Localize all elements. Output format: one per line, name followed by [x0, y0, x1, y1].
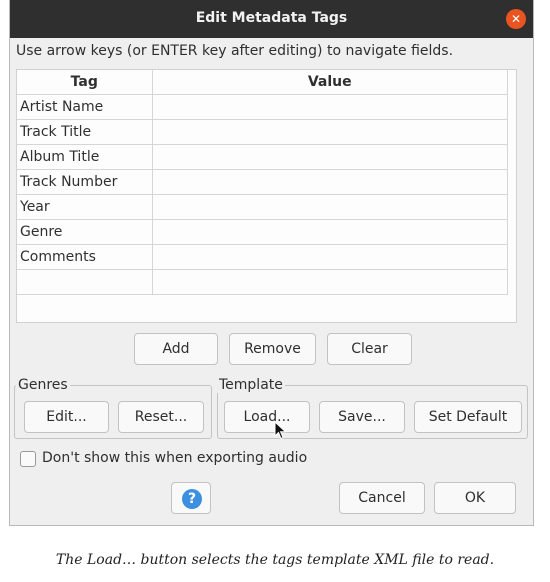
tag-cell[interactable]: Comments	[17, 244, 153, 270]
value-cell[interactable]	[151, 219, 508, 245]
table-row	[17, 269, 508, 295]
tag-cell[interactable]: Track Title	[17, 119, 153, 145]
value-cell[interactable]	[151, 244, 508, 270]
edit-metadata-dialog: Edit Metadata Tags ✕ Use arrow keys (or …	[9, 0, 534, 526]
help-icon: ?	[182, 489, 202, 509]
tag-cell[interactable]: Album Title	[17, 144, 153, 170]
tag-cell[interactable]: Genre	[17, 219, 153, 245]
dont-show-checkbox[interactable]	[20, 451, 36, 467]
tags-table: Tag Value Artist Name Track Title Album …	[17, 70, 508, 295]
value-cell[interactable]	[151, 119, 508, 145]
template-set-default-button[interactable]: Set Default	[414, 401, 522, 433]
table-row: Track Number	[17, 169, 508, 195]
tag-column-header[interactable]: Tag	[17, 70, 153, 95]
table-row: Track Title	[17, 119, 508, 145]
remove-button[interactable]: Remove	[229, 333, 316, 365]
cancel-button[interactable]: Cancel	[339, 482, 425, 514]
table-row: Genre	[17, 219, 508, 245]
value-cell[interactable]	[151, 144, 508, 170]
genres-group-label: Genres	[16, 377, 70, 393]
table-row: Album Title	[17, 144, 508, 170]
tags-grid[interactable]: Tag Value Artist Name Track Title Album …	[16, 69, 517, 323]
value-column-header[interactable]: Value	[152, 70, 508, 95]
table-row: Year	[17, 194, 508, 220]
value-cell[interactable]	[151, 169, 508, 195]
template-group-label: Template	[217, 377, 285, 393]
close-icon[interactable]: ✕	[506, 9, 526, 29]
figure-caption: The Load… button selects the tags templa…	[55, 552, 495, 568]
dialog-title: Edit Metadata Tags	[195, 10, 348, 26]
value-cell[interactable]	[151, 269, 508, 295]
add-button[interactable]: Add	[134, 333, 218, 365]
genres-edit-button[interactable]: Edit...	[24, 401, 109, 433]
table-row: Artist Name	[17, 94, 508, 120]
tag-cell[interactable]: Year	[17, 194, 153, 220]
clear-button[interactable]: Clear	[327, 333, 412, 365]
tag-cell[interactable]	[17, 269, 153, 295]
template-save-button[interactable]: Save...	[319, 401, 405, 433]
tag-cell[interactable]: Artist Name	[17, 94, 153, 120]
genres-reset-button[interactable]: Reset...	[118, 401, 204, 433]
dont-show-label[interactable]: Don't show this when exporting audio	[42, 450, 307, 466]
help-button[interactable]: ?	[171, 482, 211, 514]
tag-cell[interactable]: Track Number	[17, 169, 153, 195]
instruction-text: Use arrow keys (or ENTER key after editi…	[16, 43, 454, 59]
value-cell[interactable]	[151, 94, 508, 120]
ok-button[interactable]: OK	[434, 482, 516, 514]
title-bar: Edit Metadata Tags ✕	[10, 0, 533, 38]
table-row: Comments	[17, 244, 508, 270]
template-load-button[interactable]: Load...	[224, 401, 310, 433]
value-cell[interactable]	[151, 194, 508, 220]
mouse-pointer-icon	[274, 421, 287, 440]
